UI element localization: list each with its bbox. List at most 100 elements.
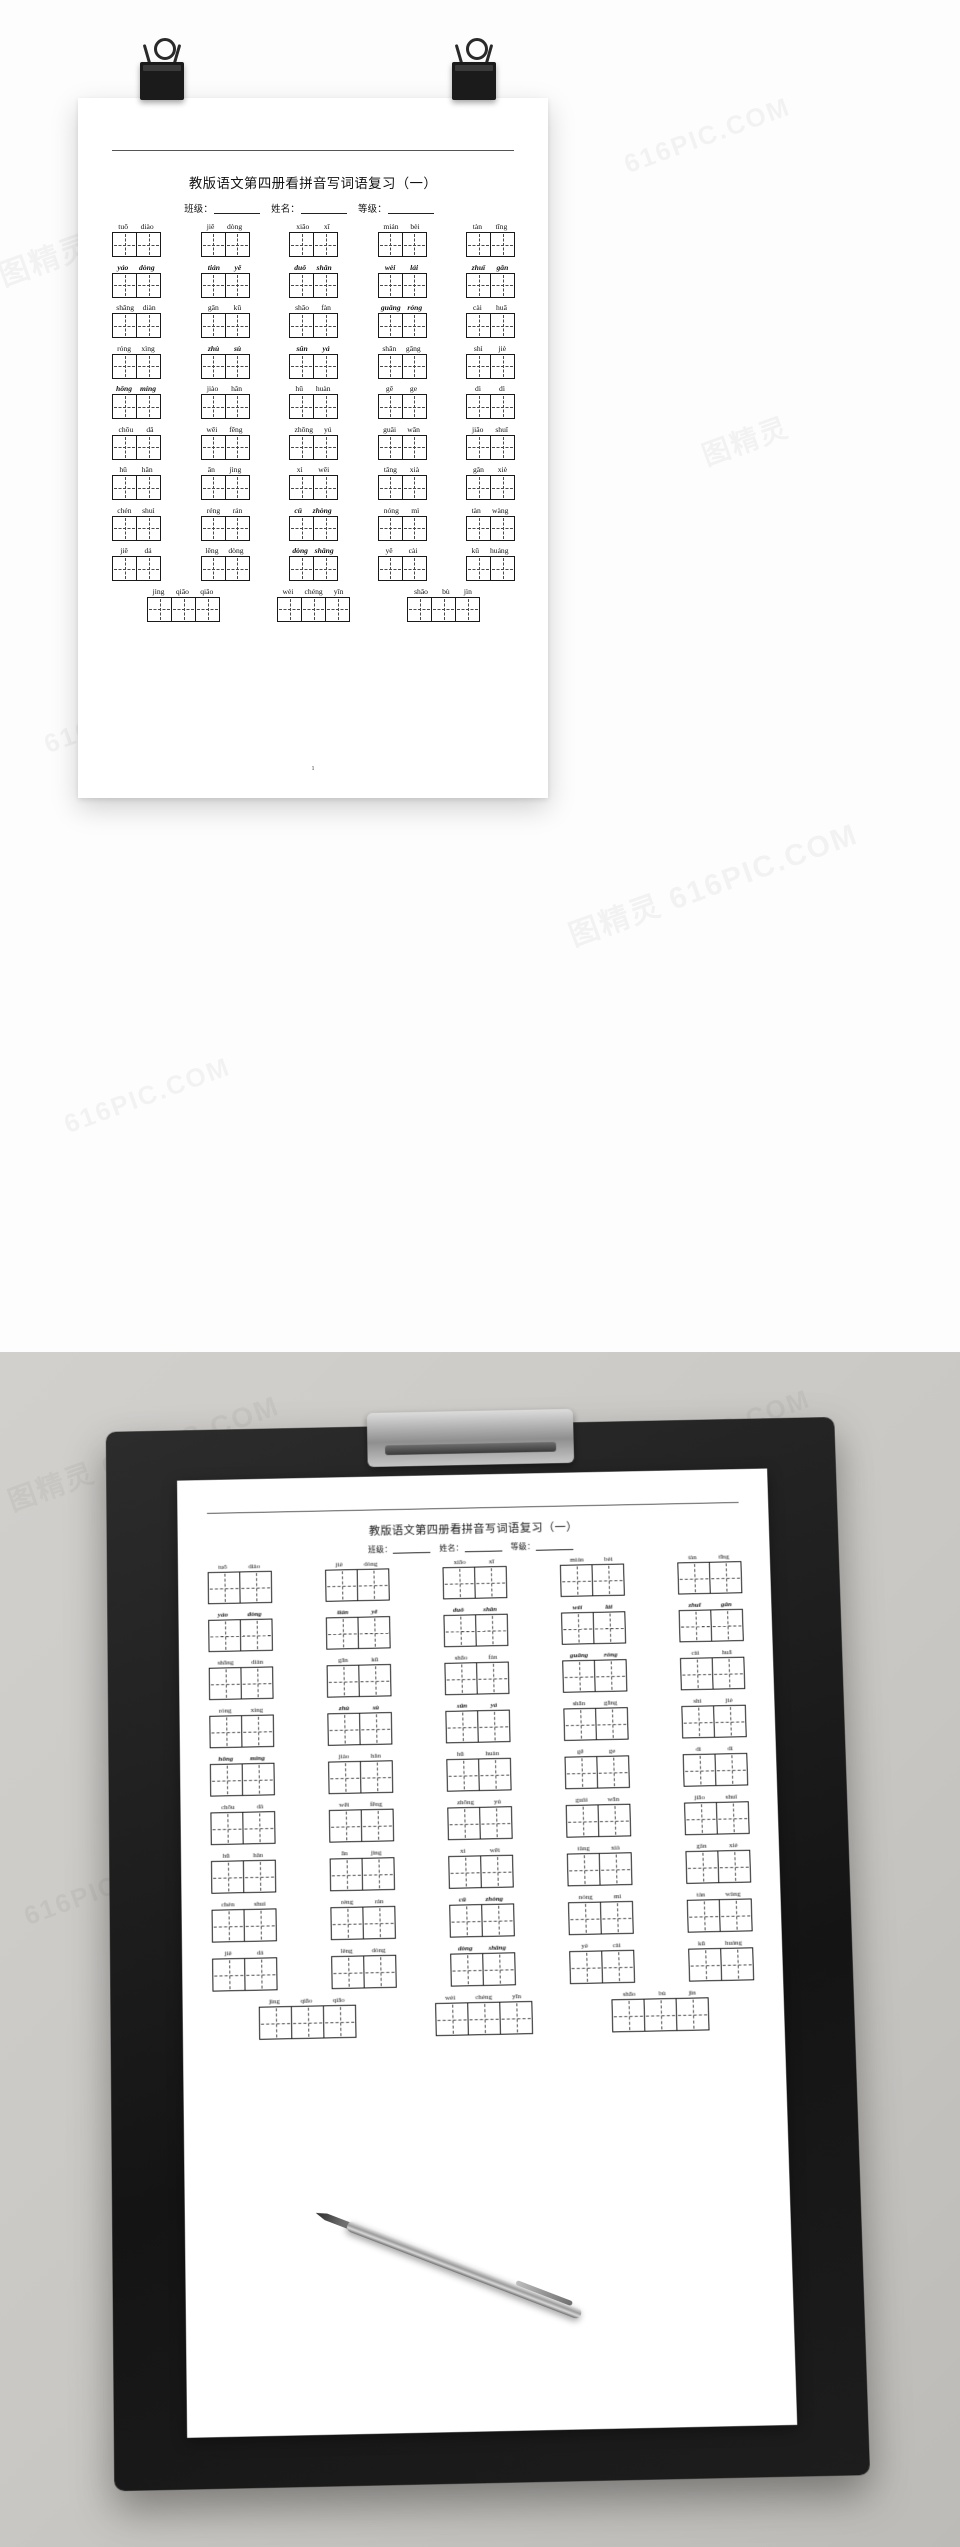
- tianzige-boxes[interactable]: [277, 597, 349, 622]
- tianzige-boxes[interactable]: [147, 597, 219, 622]
- tianzige-cell[interactable]: [643, 1998, 677, 2032]
- tianzige-cell[interactable]: [210, 1812, 243, 1845]
- tianzige-cell[interactable]: [569, 1950, 603, 1984]
- tianzige-cell[interactable]: [466, 313, 491, 338]
- tianzige-boxes[interactable]: [466, 394, 514, 419]
- tianzige-cell[interactable]: [289, 313, 314, 338]
- tianzige-cell[interactable]: [680, 1657, 714, 1690]
- tianzige-cell[interactable]: [136, 273, 161, 298]
- tianzige-cell[interactable]: [209, 1715, 242, 1748]
- tianzige-cell[interactable]: [225, 475, 250, 500]
- tianzige-cell[interactable]: [359, 1712, 392, 1745]
- tianzige-cell[interactable]: [568, 1902, 602, 1936]
- tianzige-cell[interactable]: [444, 1662, 477, 1695]
- tianzige-cell[interactable]: [499, 2001, 533, 2035]
- tianzige-boxes[interactable]: [112, 313, 160, 338]
- tianzige-cell[interactable]: [561, 1612, 594, 1645]
- tianzige-boxes[interactable]: [112, 516, 160, 541]
- tianzige-cell[interactable]: [313, 475, 338, 500]
- tianzige-cell[interactable]: [378, 232, 403, 257]
- tianzige-cell[interactable]: [567, 1853, 601, 1886]
- tianzige-cell[interactable]: [490, 556, 515, 581]
- tianzige-cell[interactable]: [402, 475, 427, 500]
- tianzige-cell[interactable]: [402, 354, 427, 379]
- tianzige-boxes[interactable]: [201, 232, 249, 257]
- tianzige-boxes[interactable]: [112, 435, 160, 460]
- tianzige-cell[interactable]: [313, 313, 338, 338]
- tianzige-cell[interactable]: [208, 1619, 241, 1652]
- tianzige-cell[interactable]: [241, 1714, 274, 1747]
- tianzige-cell[interactable]: [225, 516, 250, 541]
- tianzige-cell[interactable]: [563, 1708, 597, 1741]
- tianzige-cell[interactable]: [136, 394, 161, 419]
- tianzige-cell[interactable]: [112, 394, 137, 419]
- tianzige-cell[interactable]: [378, 354, 403, 379]
- tianzige-boxes[interactable]: [112, 354, 160, 379]
- tianzige-cell[interactable]: [378, 475, 403, 500]
- tianzige-boxes[interactable]: [330, 1857, 394, 1891]
- tianzige-boxes[interactable]: [378, 313, 426, 338]
- tianzige-cell[interactable]: [402, 232, 427, 257]
- tianzige-boxes[interactable]: [289, 516, 337, 541]
- tianzige-cell[interactable]: [681, 1705, 715, 1738]
- tianzige-cell[interactable]: [719, 1898, 753, 1932]
- tianzige-cell[interactable]: [446, 1758, 479, 1791]
- tianzige-boxes[interactable]: [680, 1657, 744, 1691]
- tianzige-cell[interactable]: [313, 516, 338, 541]
- tianzige-cell[interactable]: [378, 435, 403, 460]
- tianzige-cell[interactable]: [112, 435, 137, 460]
- tianzige-cell[interactable]: [112, 556, 137, 581]
- tianzige-boxes[interactable]: [201, 394, 249, 419]
- tianzige-cell[interactable]: [112, 354, 137, 379]
- tianzige-cell[interactable]: [212, 1958, 245, 1992]
- tianzige-cell[interactable]: [566, 1804, 600, 1837]
- tianzige-cell[interactable]: [600, 1901, 634, 1935]
- tianzige-cell[interactable]: [601, 1950, 635, 1984]
- tianzige-boxes[interactable]: [259, 2005, 356, 2040]
- tianzige-cell[interactable]: [466, 232, 491, 257]
- tianzige-cell[interactable]: [466, 475, 491, 500]
- tianzige-cell[interactable]: [481, 1903, 515, 1937]
- tianzige-boxes[interactable]: [212, 1908, 276, 1942]
- tianzige-cell[interactable]: [474, 1566, 507, 1599]
- tianzige-cell[interactable]: [449, 1904, 483, 1938]
- tianzige-cell[interactable]: [195, 597, 220, 622]
- tianzige-cell[interactable]: [328, 1761, 361, 1794]
- tianzige-boxes[interactable]: [212, 1957, 276, 1991]
- tianzige-cell[interactable]: [289, 354, 314, 379]
- tianzige-cell[interactable]: [560, 1564, 593, 1597]
- tianzige-boxes[interactable]: [328, 1760, 392, 1794]
- tianzige-cell[interactable]: [112, 475, 137, 500]
- tianzige-boxes[interactable]: [447, 1806, 511, 1840]
- tianzige-cell[interactable]: [677, 1562, 710, 1595]
- tianzige-cell[interactable]: [289, 516, 314, 541]
- tianzige-cell[interactable]: [289, 232, 314, 257]
- tianzige-cell[interactable]: [112, 313, 137, 338]
- tianzige-boxes[interactable]: [330, 1906, 394, 1940]
- tianzige-boxes[interactable]: [681, 1705, 745, 1739]
- tianzige-boxes[interactable]: [466, 435, 514, 460]
- tianzige-cell[interactable]: [475, 1614, 508, 1647]
- tianzige-boxes[interactable]: [378, 556, 426, 581]
- tianzige-boxes[interactable]: [466, 516, 514, 541]
- tianzige-cell[interactable]: [466, 516, 491, 541]
- tianzige-boxes[interactable]: [466, 354, 514, 379]
- tianzige-boxes[interactable]: [378, 516, 426, 541]
- tianzige-cell[interactable]: [289, 556, 314, 581]
- tianzige-boxes[interactable]: [565, 1755, 629, 1789]
- tianzige-cell[interactable]: [313, 435, 338, 460]
- tianzige-boxes[interactable]: [208, 1571, 272, 1604]
- tianzige-boxes[interactable]: [677, 1561, 741, 1594]
- tianzige-cell[interactable]: [239, 1571, 272, 1604]
- tianzige-cell[interactable]: [313, 394, 338, 419]
- tianzige-cell[interactable]: [289, 273, 314, 298]
- tianzige-boxes[interactable]: [378, 273, 426, 298]
- tianzige-cell[interactable]: [289, 475, 314, 500]
- tianzige-boxes[interactable]: [201, 516, 249, 541]
- tianzige-boxes[interactable]: [327, 1664, 391, 1698]
- tianzige-boxes[interactable]: [449, 1903, 514, 1937]
- tianzige-cell[interactable]: [242, 1811, 275, 1844]
- tianzige-boxes[interactable]: [466, 273, 514, 298]
- tianzige-cell[interactable]: [490, 232, 515, 257]
- tianzige-cell[interactable]: [225, 435, 250, 460]
